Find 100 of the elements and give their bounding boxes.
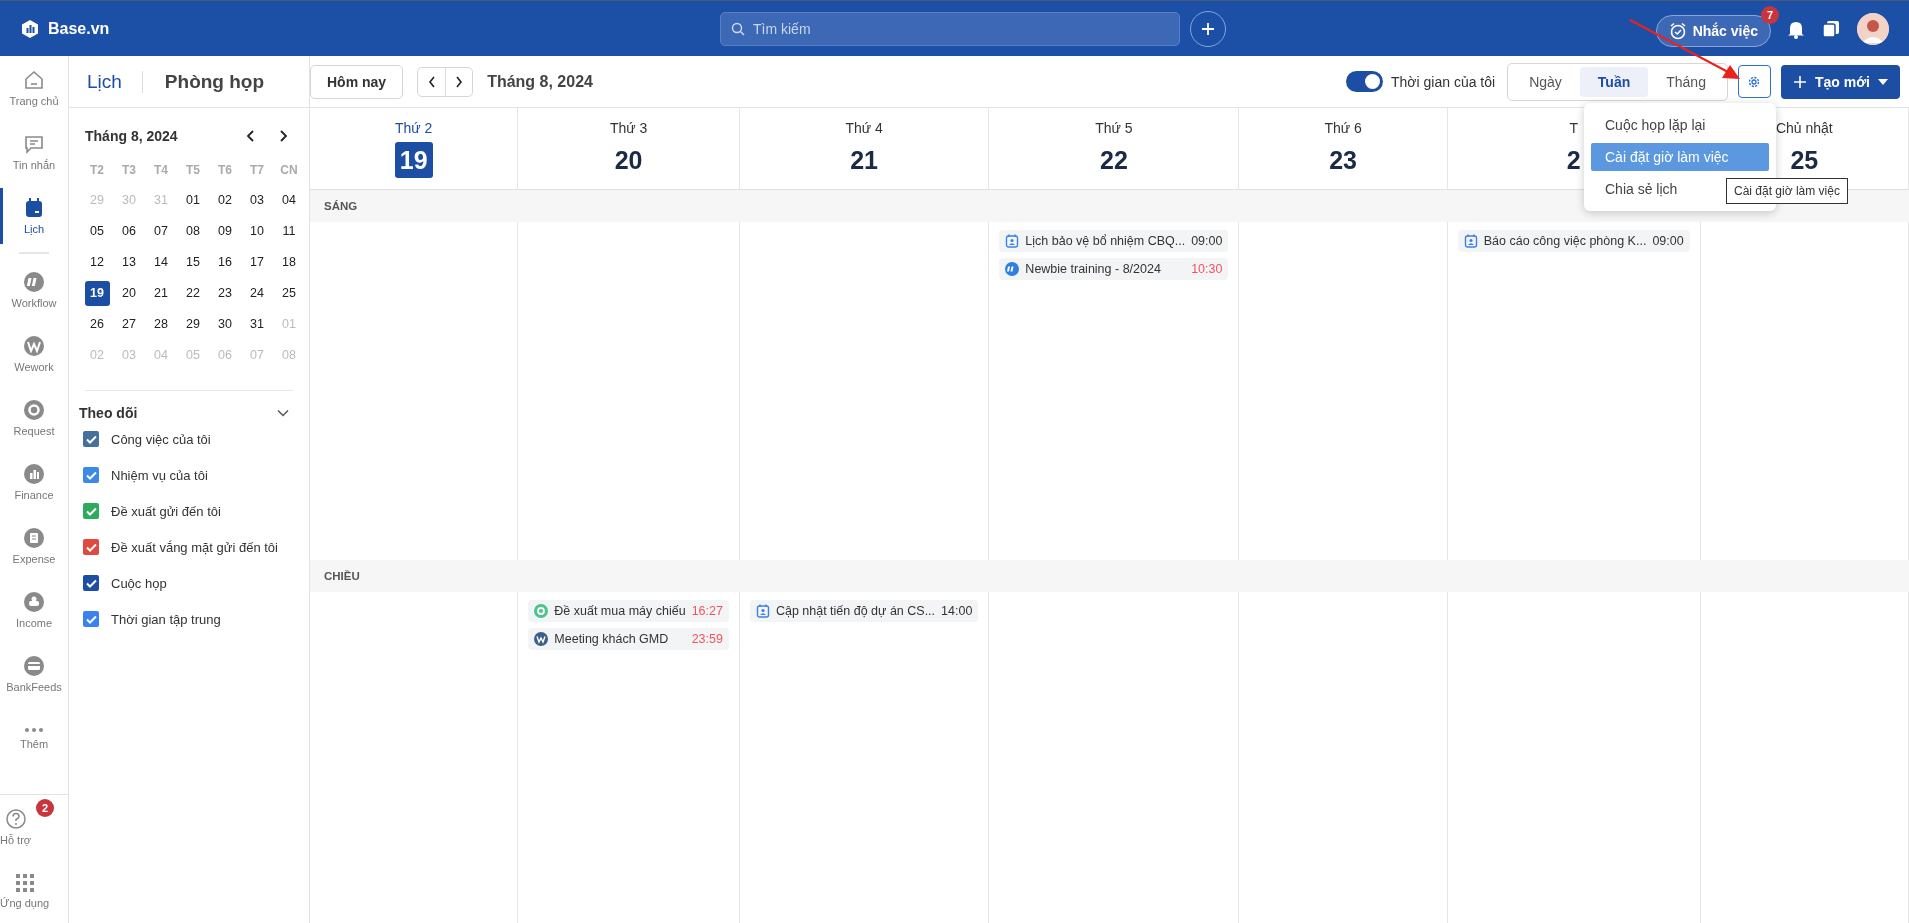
calendar-day[interactable]: 14 — [148, 250, 174, 275]
calendar-day[interactable]: 21 — [148, 281, 174, 306]
event-item[interactable]: Đề xuất mua máy chiếu 16:27 — [528, 600, 729, 622]
weekday-label: T4 — [153, 162, 169, 179]
checkbox[interactable] — [83, 611, 99, 627]
nav-item[interactable]: Ứng dụng — [0, 859, 50, 923]
calendar-day[interactable]: 05 — [84, 219, 110, 244]
today-button[interactable]: Hôm nay — [310, 64, 404, 99]
logo-text: Base.vn — [48, 19, 110, 38]
checkbox[interactable] — [83, 575, 99, 591]
view-tab[interactable]: Tuần — [1579, 66, 1649, 97]
date-number[interactable]: 19 — [394, 142, 433, 178]
checkbox[interactable] — [83, 431, 99, 447]
weekday-label: T5 — [185, 162, 201, 179]
calendar-day[interactable]: 17 — [244, 250, 270, 275]
calendar-day[interactable]: 31 — [244, 312, 270, 337]
calendar-day[interactable]: 22 — [180, 281, 206, 306]
plus-icon — [1201, 21, 1215, 36]
date-number[interactable]: 2 — [1561, 142, 1586, 178]
date-number[interactable]: 20 — [609, 142, 648, 178]
nav-item[interactable]: Lịch — [0, 184, 68, 248]
nav-item[interactable]: Finance — [0, 450, 68, 514]
event-time: 14:00 — [941, 604, 973, 618]
calendar-day[interactable]: 18 — [276, 250, 302, 275]
view-tab[interactable]: Tháng — [1648, 66, 1724, 97]
event-time: 16:27 — [691, 604, 723, 618]
calendar-day[interactable]: 30 — [212, 312, 238, 337]
event-item[interactable]: Meeting khách GMD 23:59 — [528, 628, 729, 650]
calendar-day[interactable]: 10 — [244, 219, 270, 244]
nav-item[interactable]: Thêm — [0, 706, 68, 770]
event-item[interactable]: Newbie training - 8/2024 10:30 — [999, 258, 1229, 280]
calendar-day[interactable]: 12 — [84, 250, 110, 275]
calendar-day[interactable]: 26 — [84, 312, 110, 337]
event-item[interactable]: Cập nhật tiến độ dự án CS... 14:00 — [749, 600, 979, 622]
nav-item[interactable]: Tin nhắn — [0, 120, 68, 184]
calendar-day[interactable]: 04 — [276, 188, 302, 213]
date-number[interactable]: 22 — [1095, 142, 1133, 178]
calendar-icon — [23, 197, 45, 219]
event-time: 23:59 — [691, 632, 723, 646]
weekday-label: CN — [279, 162, 299, 179]
calendar-day[interactable]: 24 — [244, 281, 270, 306]
cards-icon[interactable] — [1821, 18, 1841, 39]
section-label: CHIỀU — [324, 570, 360, 582]
chevron-left-icon — [427, 75, 436, 88]
search-field[interactable]: Tìm kiếm — [720, 11, 1180, 46]
nav-item[interactable]: Trang chủ — [0, 56, 68, 120]
calendar-day[interactable]: 20 — [116, 281, 142, 306]
calendar-day[interactable]: 19 — [84, 281, 110, 306]
calendar-day[interactable]: 27 — [116, 312, 142, 337]
weekday-label: Chủ nhật — [1775, 120, 1833, 136]
calendar-person-icon — [755, 604, 770, 618]
calendar-day[interactable]: 08 — [180, 219, 206, 244]
calendar-day[interactable]: 06 — [116, 219, 142, 244]
calendar-day[interactable]: 11 — [276, 219, 302, 244]
event-item[interactable]: Lịch bảo vệ bổ nhiệm CBQ... 09:00 — [999, 230, 1229, 252]
tab[interactable]: Phòng họp — [141, 70, 285, 93]
weekday-label: T2 — [89, 162, 105, 179]
calendar-person-icon — [1005, 234, 1020, 248]
nav-item[interactable]: Request — [0, 386, 68, 450]
view-tab[interactable]: Ngày — [1511, 66, 1580, 97]
nav-item[interactable]: Expense — [0, 514, 68, 578]
avatar[interactable] — [1857, 12, 1889, 45]
checkbox[interactable] — [83, 539, 99, 555]
create-button[interactable]: Tạo mới — [1780, 64, 1900, 99]
calendar-day[interactable]: 29 — [180, 312, 206, 337]
calendar-day[interactable]: 01 — [180, 188, 206, 213]
calendar-day[interactable]: 28 — [148, 312, 174, 337]
event-title: Đề xuất mua máy chiếu — [554, 604, 686, 618]
checkbox-label: Đề xuất gửi đến tôi — [111, 503, 221, 519]
nav-item[interactable]: Workflow — [0, 258, 68, 322]
chat-icon — [23, 133, 45, 155]
calendar-day[interactable]: 13 — [116, 250, 142, 275]
calendar-day[interactable]: 16 — [212, 250, 238, 275]
calendar-day[interactable]: 09 — [212, 219, 238, 244]
settings-button[interactable] — [1737, 65, 1771, 98]
checkbox[interactable] — [83, 467, 99, 483]
checkbox[interactable] — [83, 503, 99, 519]
calendar-day[interactable]: 25 — [276, 281, 302, 306]
calendar-day[interactable]: 23 — [212, 281, 238, 306]
menu-item[interactable]: Cuộc họp lặp lại — [1591, 111, 1769, 139]
period-title: Tháng 8, 2024 — [487, 72, 593, 91]
toggle-switch[interactable] — [1346, 71, 1383, 92]
date-number[interactable]: 21 — [845, 142, 884, 178]
chevron-down-icon[interactable] — [277, 409, 289, 417]
nav-item[interactable]: Wework — [0, 322, 68, 386]
tab[interactable]: Lịch — [87, 70, 142, 93]
weekday-label: Thứ 4 — [845, 120, 883, 136]
event-item[interactable]: Báo cáo công việc phòng K... 09:00 — [1457, 230, 1690, 252]
calendar-day[interactable]: 07 — [148, 219, 174, 244]
nav-item[interactable]: BankFeeds — [0, 642, 68, 706]
calendar-day[interactable]: 15 — [180, 250, 206, 275]
date-number[interactable]: 23 — [1324, 142, 1362, 178]
checkbox-label: Cuộc họp — [111, 575, 167, 591]
calendar-day[interactable]: 02 — [212, 188, 238, 213]
nav-item[interactable]: Income — [0, 578, 68, 642]
calendar-day[interactable]: 03 — [244, 188, 270, 213]
date-number[interactable]: 25 — [1785, 142, 1824, 178]
section-label: SÁNG — [324, 200, 358, 212]
event-title: Cập nhật tiến độ dự án CS... — [775, 604, 936, 618]
bank-app-icon — [23, 655, 45, 677]
